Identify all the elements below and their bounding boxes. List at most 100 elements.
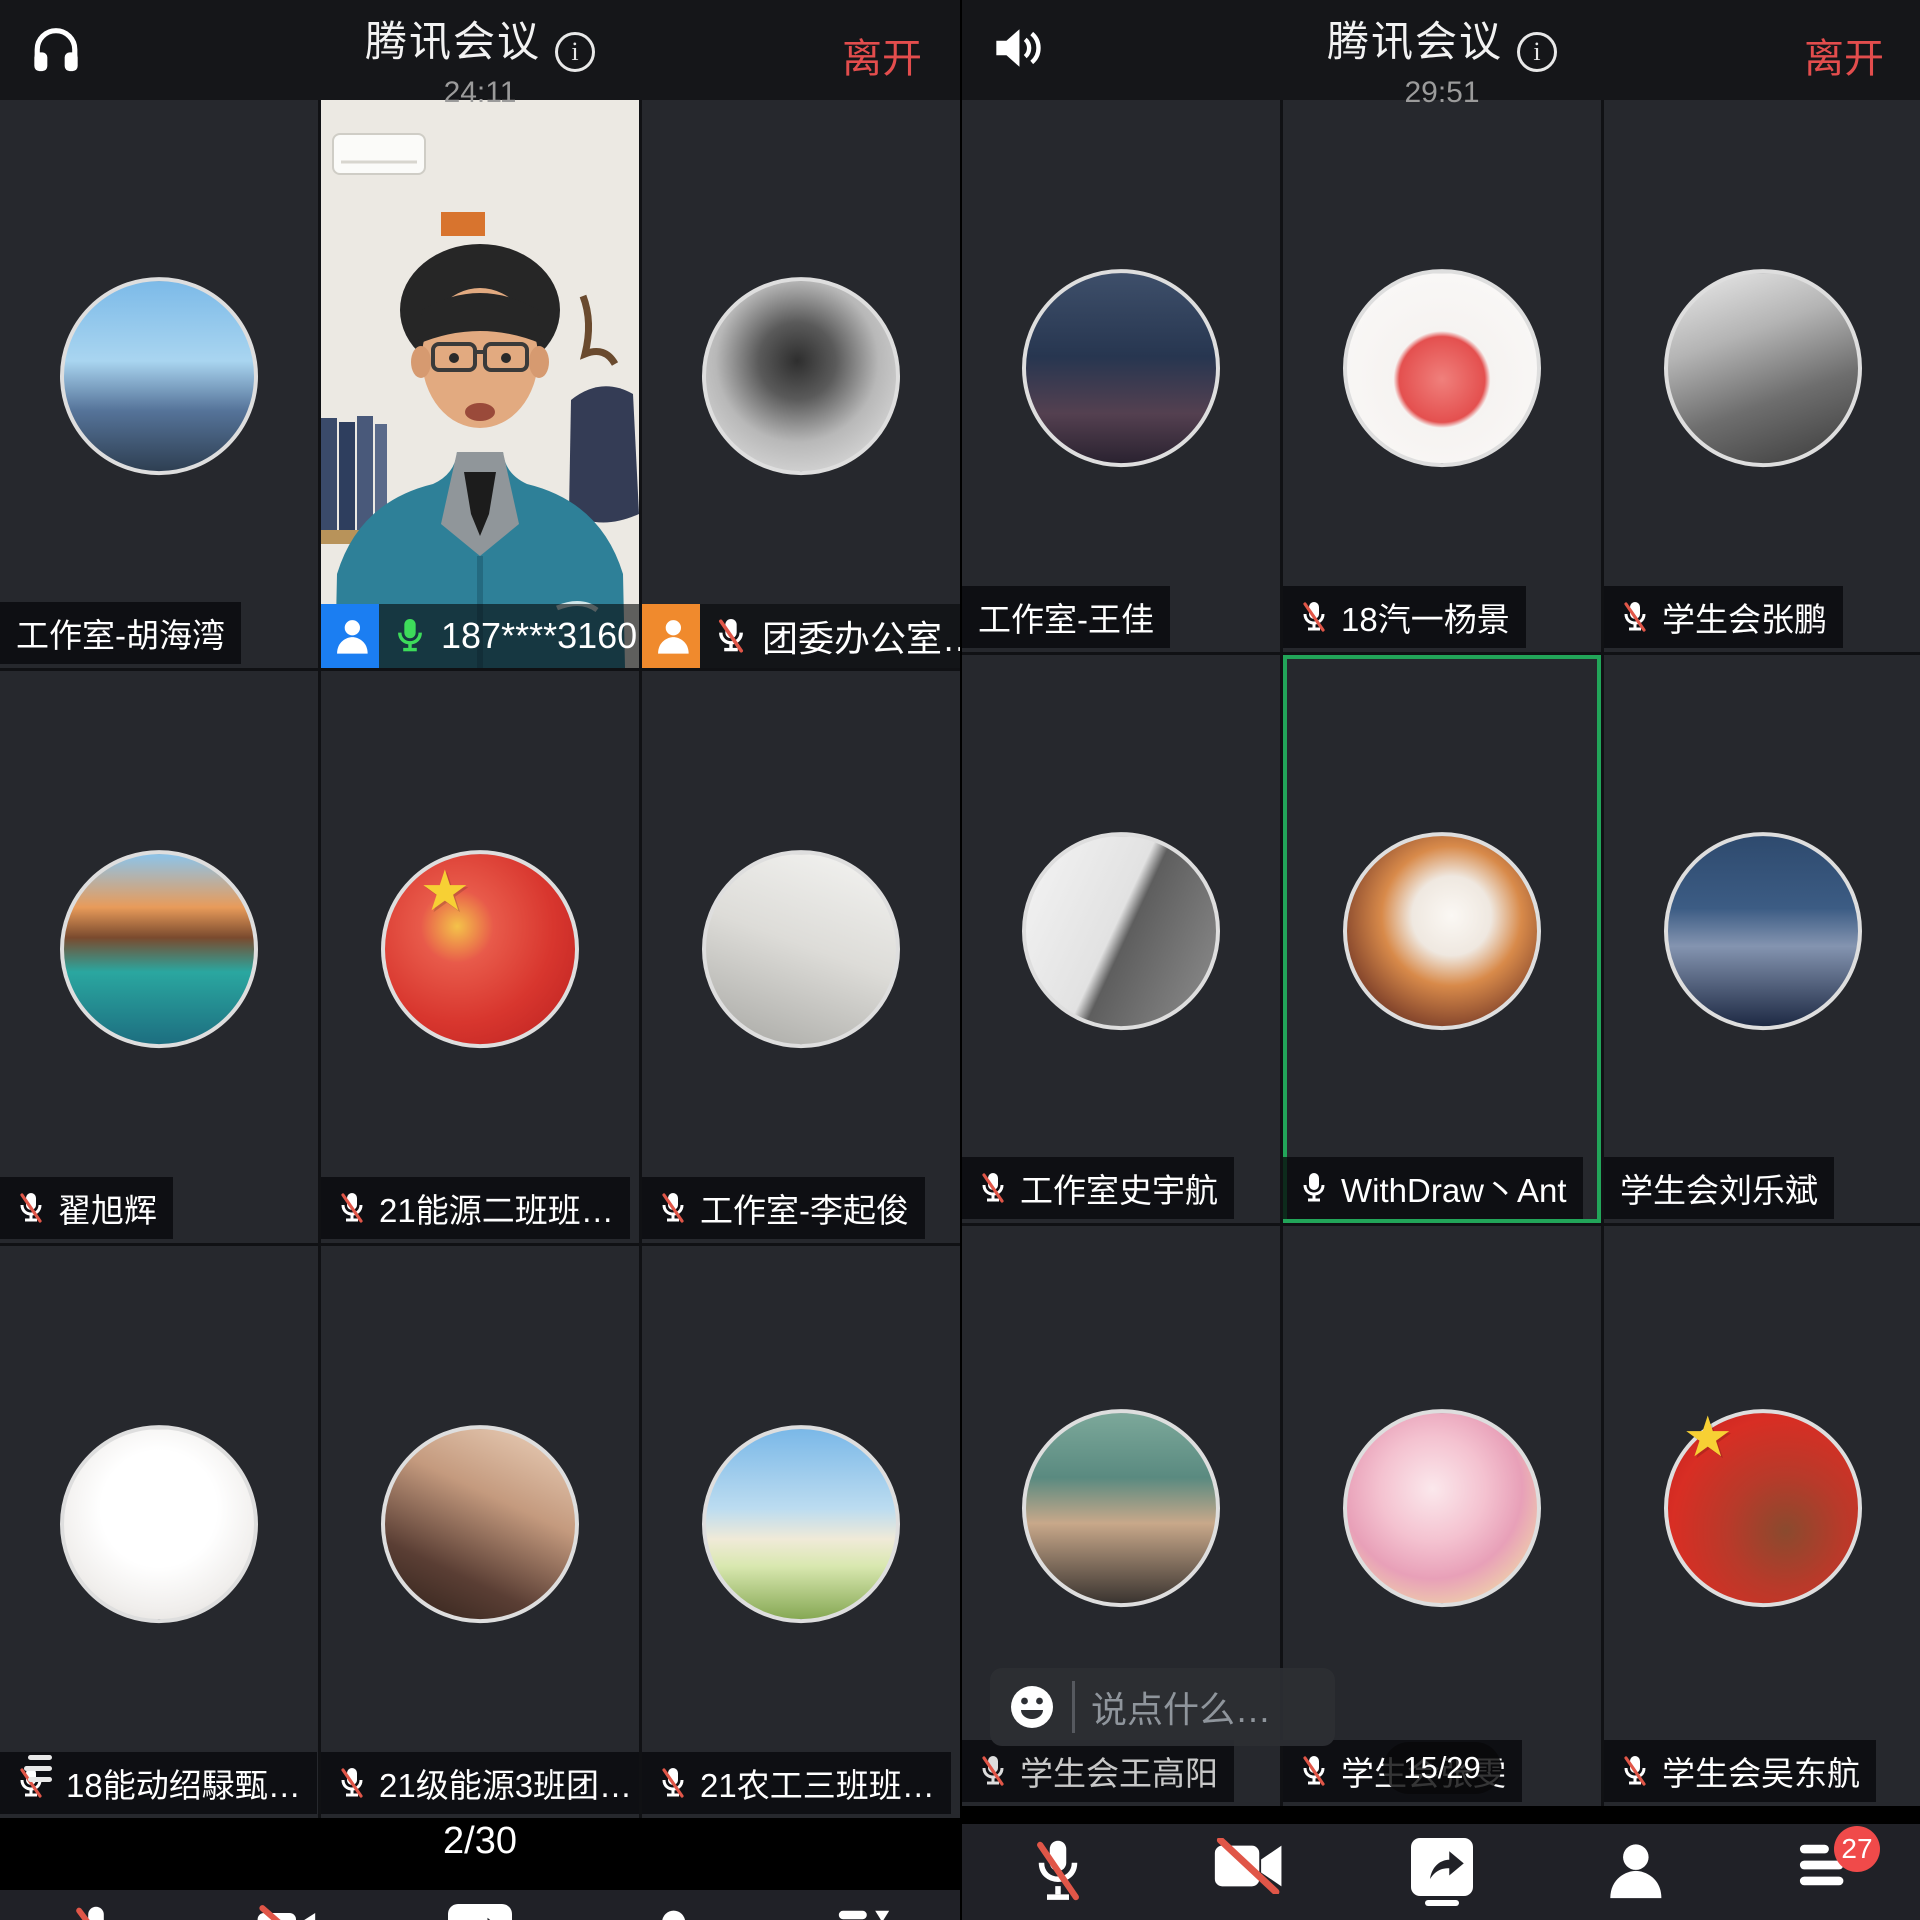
participant-tile[interactable]: 21级能源3班团…	[321, 1246, 639, 1818]
participant-name: 18能动绍騄甄…	[66, 1759, 301, 1807]
info-icon[interactable]: i	[555, 32, 595, 72]
avatar	[1343, 1409, 1541, 1607]
share-underline	[1425, 1900, 1459, 1906]
mic-muted-icon	[714, 616, 748, 656]
avatar	[60, 1425, 258, 1623]
page-indicator: 15/29	[1383, 1742, 1501, 1794]
emoji-icon[interactable]	[1008, 1683, 1056, 1731]
participant-tile[interactable]: 18能动绍騄甄…	[0, 1246, 318, 1818]
meeting-timer: 29:51	[962, 76, 1920, 110]
app-title: 腾讯会议	[1327, 18, 1503, 65]
app-title: 腾讯会议	[365, 18, 541, 65]
participant-name: 学生会张鹏	[1662, 593, 1827, 641]
name-label: 翟旭辉	[0, 1177, 173, 1239]
avatar	[1664, 832, 1862, 1030]
speaker-queue-icon	[642, 604, 700, 668]
participant-name: 团委办公室…	[762, 610, 960, 662]
info-icon[interactable]: i	[1517, 32, 1557, 72]
meeting-screens-composite: { "colors": { "leave_red": "#e34d4d", "m…	[0, 0, 1920, 1920]
caption-list-icon	[20, 1753, 54, 1787]
participant-name: 工作室-王佳	[978, 593, 1154, 641]
name-label: WithDraw丶Ant	[1283, 1157, 1583, 1219]
mic-muted-icon	[1299, 599, 1329, 635]
leave-button[interactable]: 离开	[842, 26, 922, 84]
mic-toggle-button[interactable]	[36, 1890, 156, 1920]
participant-name: 18汽一杨景	[1341, 593, 1510, 641]
participant-name: 工作室-胡海湾	[16, 609, 225, 657]
chat-placeholder: 说点什么…	[1091, 1681, 1271, 1733]
name-label: 21农工三班班…	[642, 1752, 951, 1814]
mic-muted-icon	[16, 1190, 46, 1226]
participant-tile[interactable]: ★ 21能源二班班…	[321, 671, 639, 1243]
participant-tile-active-speaker[interactable]: WithDraw丶Ant	[1283, 655, 1601, 1223]
participant-name: 学生会吴东航	[1662, 1747, 1860, 1795]
name-label: 团委办公室…	[642, 604, 960, 668]
mic-muted-icon	[337, 1190, 367, 1226]
page-indicator: 2/30	[0, 1820, 960, 1863]
chat-input[interactable]: 说点什么…	[990, 1668, 1335, 1746]
mic-muted-icon	[978, 1753, 1008, 1789]
avatar	[1022, 1409, 1220, 1607]
participant-tile[interactable]: 学生会刘乐斌	[1604, 655, 1920, 1223]
avatar	[1343, 832, 1541, 1030]
avatar	[1022, 832, 1220, 1030]
avatar	[1664, 269, 1862, 467]
participants-button[interactable]	[1574, 1824, 1694, 1900]
name-label: 18能动绍騄甄…	[0, 1752, 317, 1814]
mic-on-icon	[1299, 1170, 1329, 1206]
participant-name: 21农工三班班…	[700, 1759, 935, 1807]
meeting-screen-left: 腾讯会议 i 24:11 离开 工作室-胡海湾	[0, 0, 960, 1920]
participant-tile[interactable]: 21农工三班班…	[642, 1246, 960, 1818]
participants-button[interactable]	[612, 1890, 732, 1920]
participant-name: WithDraw丶Ant	[1341, 1164, 1567, 1212]
footer-strip	[962, 1806, 1920, 1824]
name-label: 18汽一杨景	[1283, 586, 1526, 648]
mic-muted-icon	[658, 1190, 688, 1226]
mic-on-icon	[393, 616, 427, 656]
name-label: 学生会王高阳	[962, 1740, 1234, 1802]
participant-tile[interactable]: 工作室-李起俊	[642, 671, 960, 1243]
participant-tile[interactable]: 团委办公室…	[642, 100, 960, 668]
name-label: 工作室-李起俊	[642, 1177, 925, 1239]
name-label: 工作室史宇航	[962, 1157, 1234, 1219]
mic-muted-icon	[978, 1170, 1008, 1206]
more-button[interactable]	[804, 1890, 924, 1920]
participant-tile[interactable]: 工作室-胡海湾	[0, 100, 318, 668]
participant-name: 187****3160	[441, 615, 637, 657]
more-button[interactable]: 27	[1766, 1824, 1886, 1892]
name-label: 21能源二班班…	[321, 1177, 630, 1239]
divider	[1072, 1681, 1075, 1733]
share-screen-button[interactable]	[420, 1890, 540, 1920]
mic-muted-icon	[337, 1765, 367, 1801]
mic-muted-icon	[1299, 1753, 1329, 1789]
participant-tile-active-speaker[interactable]: 187****3160	[321, 100, 639, 668]
header: 腾讯会议i 29:51 离开	[962, 0, 1920, 100]
active-speaker-icon	[321, 604, 379, 668]
flag-star-motif: ★	[1683, 1404, 1733, 1470]
flag-star-motif: ★	[420, 858, 470, 924]
name-label: 学生会刘乐斌	[1604, 1157, 1834, 1219]
leave-button[interactable]: 离开	[1804, 26, 1884, 84]
avatar	[381, 1425, 579, 1623]
name-label: 工作室-胡海湾	[0, 602, 241, 664]
participant-tile[interactable]: 18汽一杨景	[1283, 100, 1601, 652]
camera-toggle-button[interactable]	[228, 1890, 348, 1920]
participant-tile[interactable]: 工作室史宇航	[962, 655, 1280, 1223]
mic-muted-icon	[1620, 599, 1650, 635]
avatar	[702, 1425, 900, 1623]
meeting-screen-right: 腾讯会议 i 29:51 离开 工作室-王佳 18汽一杨景 学生会张鹏 工作室史宇…	[960, 0, 1920, 1920]
participant-tile[interactable]: 学生会张鹏	[1604, 100, 1920, 652]
participant-tile[interactable]: 翟旭辉	[0, 671, 318, 1243]
share-screen-button[interactable]	[1382, 1824, 1502, 1896]
notification-badge: 27	[1834, 1826, 1880, 1872]
name-label: 学生会张鹏	[1604, 586, 1843, 648]
avatar	[381, 850, 579, 1048]
participant-tile[interactable]: ★ 学生会吴东航	[1604, 1226, 1920, 1806]
meeting-timer: 24:11	[0, 76, 960, 110]
camera-toggle-button[interactable]	[1190, 1824, 1310, 1894]
name-label: 学生会吴东航	[1604, 1740, 1876, 1802]
participant-tile[interactable]: 工作室-王佳	[962, 100, 1280, 652]
participant-name: 学生会刘乐斌	[1620, 1164, 1818, 1212]
participant-name: 21级能源3班团…	[379, 1759, 632, 1807]
mic-toggle-button[interactable]	[998, 1824, 1118, 1904]
